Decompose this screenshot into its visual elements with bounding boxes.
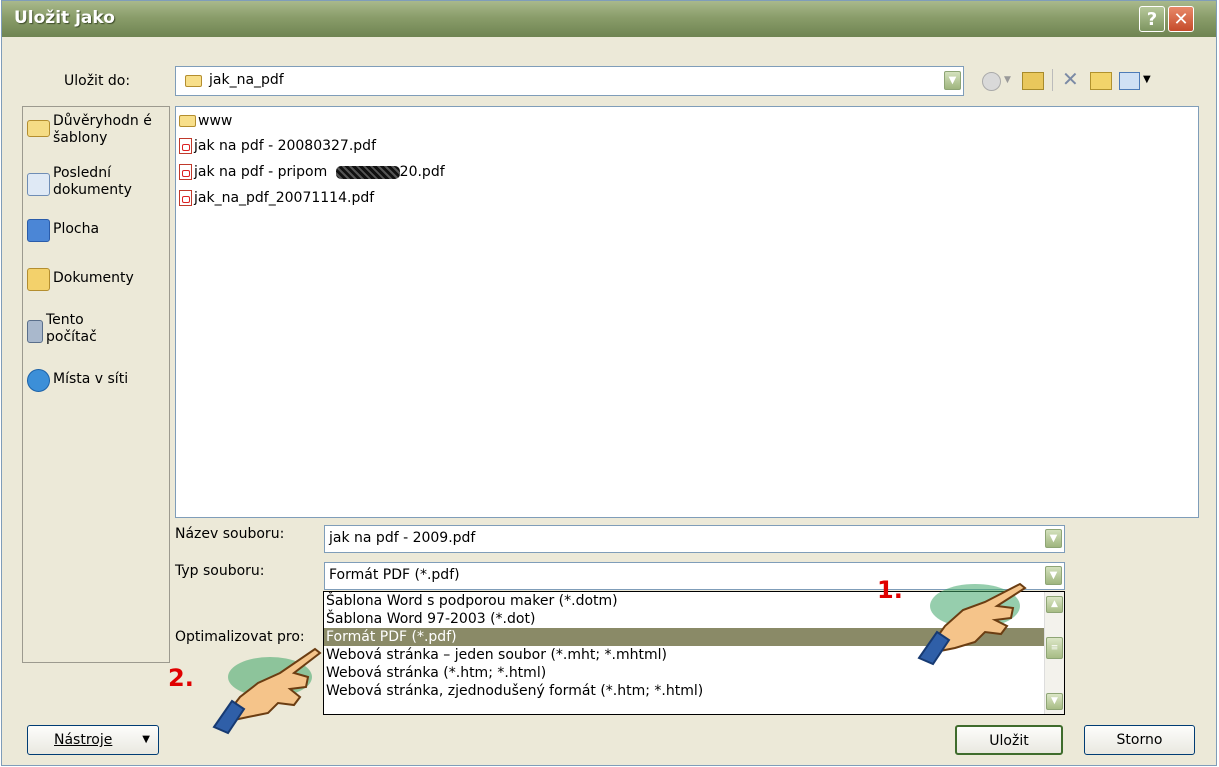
back-dropdown-icon[interactable]: ▼ (1004, 75, 1011, 85)
place-label: Důvěryhodn é šablony (53, 113, 152, 146)
window-title: Uložit jako (14, 8, 115, 28)
filename-input[interactable]: jak na pdf - 2009.pdf ▼ (324, 525, 1065, 553)
folder-icon (185, 75, 202, 87)
list-item[interactable]: jak na pdf - 20080327.pdf (179, 136, 376, 156)
place-desktop[interactable]: Plocha (27, 219, 99, 242)
back-icon[interactable] (982, 72, 1001, 91)
close-button[interactable]: ✕ (1168, 6, 1194, 32)
new-folder-icon[interactable] (1090, 72, 1112, 90)
place-label: Dokumenty (53, 270, 134, 286)
cancel-button-label: Storno (1116, 732, 1163, 748)
save-in-combo[interactable]: jak_na_pdf ▼ (175, 66, 964, 96)
place-label: Plocha (53, 221, 100, 237)
filetype-label: Typ souboru: (175, 563, 265, 579)
chevron-down-icon[interactable]: ▼ (1045, 566, 1062, 585)
step-label-1: 1. (877, 576, 903, 604)
cancel-button[interactable]: Storno (1084, 725, 1195, 755)
place-recent-documents[interactable]: Poslední dokumenty (27, 165, 143, 199)
network-places-icon (27, 369, 50, 392)
toolbar: ▼ ✕ ▼ (982, 67, 1202, 93)
help-button[interactable]: ? (1139, 6, 1165, 32)
pdf-file-icon (179, 190, 192, 206)
chevron-down-icon[interactable]: ▼ (944, 71, 961, 90)
pointing-hand-icon (917, 582, 1027, 666)
filename-label: Název souboru: (175, 526, 285, 542)
file-list[interactable]: www jak na pdf - 20080327.pdf jak na pdf… (175, 106, 1199, 518)
places-bar: Důvěryhodn é šablony Poslední dokumenty … (22, 106, 170, 663)
toolbar-separator (1052, 69, 1053, 91)
tools-button[interactable]: Nástroje ▼ (27, 725, 159, 755)
filename-value: jak na pdf - 2009.pdf (329, 530, 476, 546)
place-label: Místa v síti (53, 371, 129, 387)
save-in-value: jak_na_pdf (209, 72, 284, 88)
trusted-templates-folder-icon (27, 120, 50, 137)
list-item[interactable]: jak na pdf - pripom 20.pdf (179, 162, 445, 182)
filetype-option[interactable]: Webová stránka (*.htm; *.html) (324, 664, 1064, 682)
views-dropdown-icon[interactable]: ▼ (1143, 74, 1151, 85)
place-label: Poslední dokumenty (53, 165, 132, 198)
list-item[interactable]: jak_na_pdf_20071114.pdf (179, 188, 374, 208)
place-label: Tento počítač (46, 312, 97, 345)
documents-icon (27, 268, 50, 291)
scroll-thumb[interactable]: ≡ (1046, 637, 1063, 659)
place-documents[interactable]: Dokumenty (27, 268, 134, 291)
list-item[interactable]: www (179, 111, 232, 131)
save-in-label: Uložit do: (64, 73, 131, 89)
views-icon[interactable] (1119, 72, 1140, 90)
recent-documents-icon (27, 173, 50, 196)
dropdown-scrollbar[interactable]: ▲ ≡ ▼ (1044, 592, 1064, 714)
step-label-2: 2. (168, 664, 194, 692)
scroll-down-icon[interactable]: ▼ (1046, 693, 1063, 710)
redaction-scribble (335, 165, 400, 179)
filetype-value: Formát PDF (*.pdf) (329, 567, 460, 583)
pdf-file-icon (179, 164, 192, 180)
scroll-up-icon[interactable]: ▲ (1046, 596, 1063, 613)
save-button-label: Uložit (989, 733, 1029, 749)
chevron-down-icon[interactable]: ▼ (1045, 529, 1062, 548)
place-trusted-templates[interactable]: Důvěryhodn é šablony (27, 113, 171, 147)
title-bar: Uložit jako ? ✕ (2, 1, 1216, 37)
place-my-computer[interactable]: Tento počítač (27, 312, 106, 346)
tools-button-label: Nástroje (54, 732, 113, 748)
folder-icon (179, 115, 196, 127)
chevron-down-icon: ▼ (142, 734, 150, 745)
my-computer-icon (27, 320, 43, 343)
pdf-file-icon (179, 138, 192, 154)
desktop-icon (27, 219, 50, 242)
place-network[interactable]: Místa v síti (27, 369, 128, 392)
pointing-hand-icon (212, 647, 322, 735)
delete-icon[interactable]: ✕ (1062, 67, 1079, 91)
up-folder-icon[interactable] (1022, 72, 1044, 90)
filetype-option[interactable]: Webová stránka, zjednodušený formát (*.h… (324, 682, 1064, 700)
save-button[interactable]: Uložit (955, 725, 1063, 755)
